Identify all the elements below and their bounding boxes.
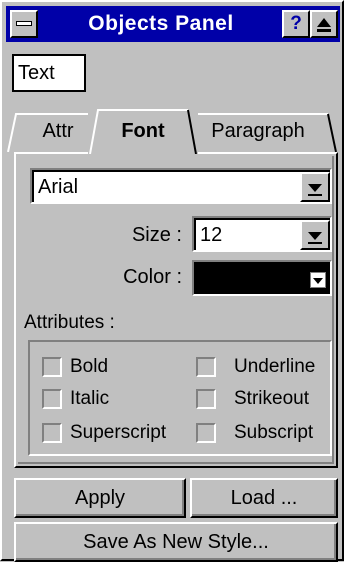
tab-paragraph-label: Paragraph [211, 120, 305, 142]
load-label: Load ... [230, 487, 298, 509]
load-button[interactable]: Load ... [190, 478, 338, 518]
tab-font-label: Font [121, 120, 165, 142]
checkbox-box[interactable] [196, 389, 216, 409]
color-label: Color : [123, 266, 182, 288]
chevron-down-icon [308, 232, 322, 240]
rollup-button[interactable] [310, 10, 338, 38]
font-size-value: 12 [200, 224, 223, 246]
window-title: Objects Panel [88, 12, 234, 35]
title-bar[interactable]: Objects Panel ? [6, 6, 340, 42]
checkbox-box[interactable] [196, 357, 216, 377]
color-dropdown-button[interactable] [310, 272, 326, 288]
checkbox-box[interactable] [42, 423, 62, 443]
checkbox-box[interactable] [42, 389, 62, 409]
apply-button[interactable]: Apply [14, 478, 186, 518]
save-as-new-style-label: Save As New Style... [83, 531, 269, 553]
superscript-label: Superscript [70, 422, 167, 443]
font-family-dropdown[interactable]: Arial [30, 168, 332, 204]
font-size-dropdown-button[interactable] [300, 220, 330, 250]
font-family-dropdown-button[interactable] [300, 172, 330, 202]
rollup-triangle-icon [317, 18, 331, 27]
tab-attr-label: Attr [42, 120, 74, 142]
save-as-new-style-button[interactable]: Save As New Style... [14, 522, 338, 562]
system-menu-button[interactable] [10, 10, 38, 38]
chevron-down-icon [308, 184, 322, 192]
help-button[interactable]: ? [282, 10, 310, 38]
strikeout-label: Strikeout [234, 388, 309, 409]
attributes-heading: Attributes : [24, 312, 115, 333]
color-picker[interactable] [192, 260, 332, 296]
rollup-bar-icon [317, 29, 331, 32]
font-family-value: Arial [38, 176, 79, 198]
italic-label: Italic [70, 388, 110, 409]
object-type-label: Text [12, 54, 86, 92]
tab-font[interactable]: Font [88, 108, 198, 154]
tab-paragraph[interactable]: Paragraph [178, 112, 338, 152]
underline-label: Underline [234, 356, 316, 377]
font-size-dropdown[interactable]: 12 [192, 216, 332, 252]
size-label: Size : [131, 224, 182, 246]
dash-icon [16, 21, 32, 26]
checkbox-box[interactable] [196, 423, 216, 443]
subscript-label: Subscript [234, 422, 314, 443]
checkbox-box[interactable] [42, 357, 62, 377]
chevron-down-icon [313, 278, 323, 284]
bold-label: Bold [70, 356, 109, 377]
objects-panel: Objects Panel ? Text Attr Paragraph Font [0, 0, 344, 562]
apply-label: Apply [74, 487, 126, 509]
